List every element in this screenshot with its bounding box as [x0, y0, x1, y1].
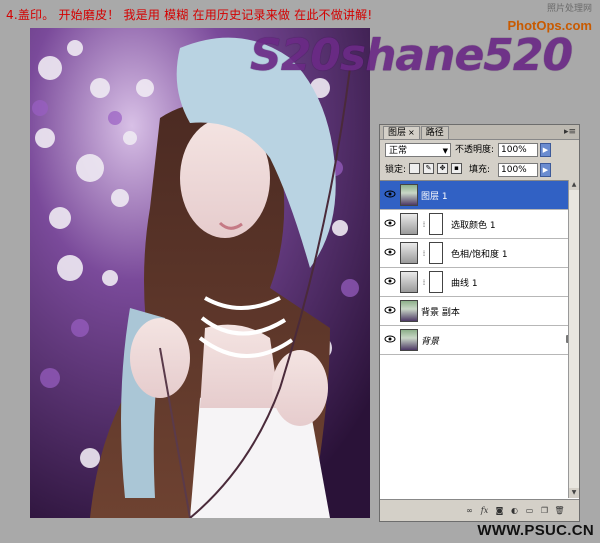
layer-row-curves[interactable]: ⁞ 曲线 1: [380, 268, 579, 297]
eye-icon[interactable]: [384, 189, 396, 201]
layers-list: 图层 1 ⁞ 选取颜色 1 ⁞ 色相/饱和度 1 ⁞ 曲线 1 背景 副本 背景: [380, 180, 579, 500]
link-icon: ⁞: [422, 277, 426, 287]
eye-icon[interactable]: [384, 218, 396, 230]
watermark-text: S20shane520: [250, 30, 573, 81]
photo-canvas[interactable]: [30, 28, 370, 518]
tab-paths-label: 路径: [425, 128, 444, 138]
blend-mode-select[interactable]: 正常 ▼: [385, 143, 451, 157]
layer-name: 色相/饱和度 1: [451, 249, 508, 260]
layer-name: 选取颜色 1: [451, 220, 496, 231]
layer-row-background[interactable]: 背景: [380, 326, 579, 355]
trash-icon[interactable]: 🗑: [554, 505, 565, 516]
lock-icons: ✎ ✥ ▪: [409, 163, 462, 174]
tab-close-icon[interactable]: ×: [408, 128, 415, 137]
scroll-down-icon[interactable]: ▼: [569, 488, 579, 498]
layer-mask[interactable]: [429, 271, 443, 293]
fill-label: 填充:: [469, 165, 491, 175]
scroll-up-icon[interactable]: ▲: [569, 180, 579, 190]
layer-row-hue-saturation[interactable]: ⁞ 色相/饱和度 1: [380, 239, 579, 268]
adjustment-thumbnail-icon: [400, 271, 418, 293]
blend-mode-value: 正常: [389, 146, 408, 156]
opacity-arrow-button[interactable]: ▶: [540, 143, 551, 157]
chevron-down-icon: ▼: [442, 147, 448, 155]
lock-image-icon[interactable]: ✎: [423, 163, 434, 174]
layer-mask[interactable]: [429, 213, 443, 235]
adjustment-layer-icon[interactable]: ◐: [509, 505, 520, 516]
lock-position-icon[interactable]: ✥: [437, 163, 448, 174]
new-layer-icon[interactable]: ❐: [539, 505, 550, 516]
link-icon: ⁞: [422, 219, 426, 229]
fx-icon[interactable]: fx: [479, 505, 490, 516]
adjustment-thumbnail-icon: [400, 213, 418, 235]
add-mask-icon[interactable]: ◙: [494, 505, 505, 516]
lock-transparent-icon[interactable]: [409, 163, 420, 174]
eye-icon[interactable]: [384, 276, 396, 288]
layer-mask[interactable]: [429, 242, 443, 264]
lock-all-icon[interactable]: ▪: [451, 163, 462, 174]
tab-layers-label: 图层: [388, 128, 407, 138]
lock-fill-row: 锁定: ✎ ✥ ▪ 填充: 100% ▶: [383, 163, 576, 179]
link-icon: ⁞: [422, 248, 426, 258]
layer-thumbnail: [400, 184, 418, 206]
lock-label: 锁定:: [385, 165, 407, 175]
panel-bottom-bar: ∞ fx ◙ ◐ ▭ ❐ 🗑: [380, 499, 579, 521]
new-group-icon[interactable]: ▭: [524, 505, 535, 516]
fill-input[interactable]: 100%: [498, 163, 538, 177]
eye-icon[interactable]: [384, 334, 396, 346]
opacity-input[interactable]: 100%: [498, 143, 538, 157]
layers-scrollbar[interactable]: ▲ ▼: [568, 180, 579, 498]
adjustment-thumbnail-icon: [400, 242, 418, 264]
layer-row-layer1[interactable]: 图层 1: [380, 181, 579, 210]
layer-row-background-copy[interactable]: 背景 副本: [380, 297, 579, 326]
eye-icon[interactable]: [384, 247, 396, 259]
link-layers-icon[interactable]: ∞: [464, 505, 475, 516]
caption: 4.盖印。 开始磨皮！ 我是用 模糊 在用历史记录来做 在此不做讲解!: [6, 8, 373, 22]
layer-name: 背景: [421, 336, 440, 347]
layer-name: 图层 1: [421, 191, 448, 202]
footer-url: WWW.PSUC.CN: [477, 522, 594, 539]
photo-image: [30, 28, 370, 518]
panel-tabs: 图层 × 路径: [380, 125, 579, 140]
layer-row-selective-color[interactable]: ⁞ 选取颜色 1: [380, 210, 579, 239]
blend-opacity-row: 正常 ▼ 不透明度: 100% ▶: [383, 143, 576, 159]
tab-paths[interactable]: 路径: [420, 126, 449, 139]
layer-thumbnail: [400, 300, 418, 322]
layer-thumbnail: [400, 329, 418, 351]
fill-arrow-button[interactable]: ▶: [540, 163, 551, 177]
layer-name: 背景 副本: [421, 307, 460, 318]
tab-layers[interactable]: 图层 ×: [383, 126, 420, 139]
panel-menu-icon[interactable]: ▸≡: [564, 127, 576, 137]
layers-panel: 图层 × 路径 ▸≡ 正常 ▼ 不透明度: 100% ▶ 锁定: ✎ ✥ ▪ 填充…: [379, 124, 580, 522]
site-logo-cn: 照片处理网: [546, 4, 592, 14]
layer-name: 曲线 1: [451, 278, 478, 289]
eye-icon[interactable]: [384, 305, 396, 317]
opacity-label: 不透明度:: [455, 145, 495, 155]
